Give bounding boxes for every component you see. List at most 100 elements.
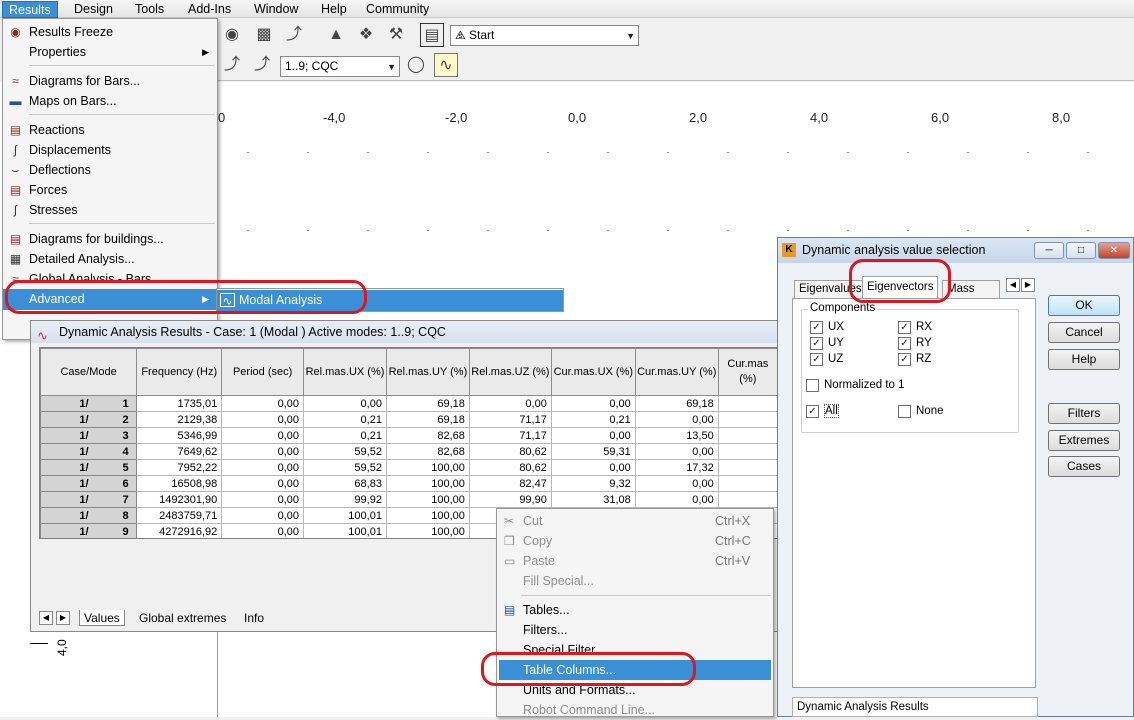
table-row[interactable]: 1/2 2129,38 0,00 0,21 69,18 71,17 0,21 0,00 [40, 411, 778, 428]
table-row[interactable]: 1/4 7649,62 0,00 59,52 82,68 80,62 59,31 0,00 [40, 443, 778, 460]
table-cell-freq[interactable]: 1492301,90 [136, 491, 223, 508]
table-cell-ruz[interactable]: 80,62 [468, 443, 552, 460]
table-cell-cuy[interactable]: 0,00 [634, 411, 719, 428]
table-cell-empty[interactable] [717, 411, 778, 428]
context-item-robot-command-line[interactable]: Robot Command Line... [499, 700, 771, 720]
checkbox-rx[interactable]: ✓ RX [898, 321, 932, 335]
menu-add-ins[interactable]: Add-Ins [182, 1, 237, 18]
table-cell-cux[interactable]: 9,32 [550, 475, 636, 492]
checkbox-uy[interactable]: ✓ UY [810, 337, 844, 351]
tab-info[interactable]: Info [240, 610, 268, 626]
table-cell-ruz[interactable]: 71,17 [468, 411, 552, 428]
table-cell-rux[interactable]: 100,01 [303, 507, 387, 524]
case-mode-cell[interactable]: 1/8 [40, 507, 138, 524]
table-cell-period[interactable]: 0,00 [221, 411, 305, 428]
section-icon[interactable]: ▲ [324, 23, 348, 47]
table-cell-cuy[interactable]: 0,00 [634, 443, 719, 460]
case-mode-cell[interactable]: 1/7 [40, 491, 138, 508]
table-cell-ruz[interactable]: 0,00 [468, 395, 552, 412]
table-cell-period[interactable]: 0,00 [221, 523, 305, 538]
table-cell-empty[interactable] [717, 427, 778, 444]
table-cell-freq[interactable]: 7952,22 [136, 459, 223, 476]
table-cell-ruy[interactable]: 100,00 [385, 475, 470, 492]
column-header[interactable]: Cur.mas.UX (%) [550, 348, 636, 396]
context-item-tables[interactable]: ▤ Tables... [499, 600, 771, 620]
table-cell-empty[interactable] [717, 395, 778, 412]
checkbox-all[interactable]: ✓ All [806, 404, 839, 419]
table-cell-rux[interactable]: 0,21 [303, 411, 387, 428]
load-case-icon[interactable]: ⤴ [250, 53, 274, 77]
table-cell-freq[interactable]: 1735,01 [136, 395, 223, 412]
case-mode-cell[interactable]: 1/1 [40, 395, 138, 412]
table-cell-period[interactable]: 0,00 [221, 507, 305, 524]
menu-item-deflections[interactable]: ⌣ Deflections [3, 160, 217, 180]
table-cell-ruz[interactable]: 71,17 [468, 427, 552, 444]
tab-scroll-left-icon[interactable]: ◀ [1006, 278, 1020, 292]
table-cell-ruy[interactable]: 82,68 [385, 427, 470, 444]
table-cell-cux[interactable]: 0,21 [550, 411, 636, 428]
table-cell-ruy[interactable]: 100,00 [385, 507, 470, 524]
tab-values[interactable]: Values [79, 610, 125, 626]
case-mode-cell[interactable]: 1/5 [40, 459, 138, 476]
table-cell-rux[interactable]: 0,21 [303, 427, 387, 444]
checkbox-rz[interactable]: ✓ RZ [898, 353, 931, 367]
menu-item-forces[interactable]: ▤ Forces [3, 180, 217, 200]
ok-button[interactable]: OK [1048, 295, 1120, 316]
menu-help[interactable]: Help [315, 1, 353, 18]
table-cell-cuy[interactable]: 13,50 [634, 427, 719, 444]
table-cell-rux[interactable]: 59,52 [303, 459, 387, 476]
table-cell-rux[interactable]: 99,92 [303, 491, 387, 508]
table-cell-cuy[interactable]: 0,00 [634, 475, 719, 492]
table-cell-freq[interactable]: 2483759,71 [136, 507, 223, 524]
menu-tools[interactable]: Tools [129, 1, 170, 18]
menu-item-diagrams-bars[interactable]: ≈ Diagrams for Bars... [3, 71, 217, 91]
column-header[interactable]: Period (sec) [221, 348, 305, 396]
context-item-copy[interactable]: ❐ Copy Ctrl+C [499, 531, 771, 551]
menu-item-stresses[interactable]: ∫ Stresses [3, 200, 217, 220]
table-cell-ruz[interactable]: 99,90 [468, 491, 552, 508]
table-cell-period[interactable]: 0,00 [221, 491, 305, 508]
case-mode-cell[interactable]: 1/4 [40, 443, 138, 460]
table-cell-freq[interactable]: 4272916,92 [136, 523, 223, 538]
supports-icon[interactable]: ⤴ [282, 23, 306, 47]
column-header[interactable]: Case/Mode [40, 348, 138, 396]
table-cell-ruy[interactable]: 69,18 [385, 395, 470, 412]
material-icon[interactable]: ❖ [354, 23, 378, 47]
menu-item-diagrams-buildings[interactable]: ▤ Diagrams for buildings... [3, 229, 217, 249]
menu-design[interactable]: Design [68, 1, 119, 18]
table-row[interactable]: 1/5 7952,22 0,00 59,52 100,00 80,62 0,00 17,32 [40, 459, 778, 476]
checkbox-none[interactable]: None [898, 405, 944, 419]
maximize-icon[interactable]: □ [1066, 242, 1096, 259]
case-mode-cell[interactable]: 1/3 [40, 427, 138, 444]
table-cell-ruz[interactable]: 82,47 [468, 475, 552, 492]
table-cell-ruy[interactable]: 100,00 [385, 459, 470, 476]
table-cell-cuy[interactable]: 0,00 [634, 491, 719, 508]
wrench-icon[interactable]: ⚒ [384, 23, 408, 47]
menu-window[interactable]: Window [248, 1, 304, 18]
column-header[interactable]: Frequency (Hz) [136, 348, 223, 396]
context-item-paste[interactable]: ▭ Paste Ctrl+V [499, 551, 771, 571]
table-cell-cuy[interactable]: 17,32 [634, 459, 719, 476]
menu-item-maps-bars[interactable]: ▬ Maps on Bars... [3, 91, 217, 111]
mode-shape-icon[interactable]: ◯ [404, 53, 428, 77]
table-cell-cux[interactable]: 31,08 [550, 491, 636, 508]
menu-results[interactable]: Results [2, 1, 58, 18]
column-header[interactable]: Rel.mas.UY (%) [385, 348, 470, 396]
column-header[interactable]: Rel.mas.UX (%) [303, 348, 387, 396]
context-item-special-filter[interactable]: Special Filter [499, 640, 771, 652]
checkbox-ux[interactable]: ✓ UX [810, 321, 844, 335]
scroll-left-icon[interactable]: ◀ [39, 611, 53, 625]
table-cell-period[interactable]: 0,00 [221, 459, 305, 476]
table-cell-period[interactable]: 0,00 [221, 475, 305, 492]
table-row[interactable]: 1/1 1735,01 0,00 0,00 69,18 0,00 0,00 69,18 [40, 395, 778, 412]
cqc-combo[interactable]: 1..9; CQC ▼ [280, 56, 400, 77]
checkbox-normalized[interactable]: Normalized to 1 [806, 379, 905, 393]
close-icon[interactable]: ✕ [1098, 242, 1130, 259]
animation-icon[interactable]: ∿ [434, 53, 458, 77]
table-icon[interactable]: ▤ [420, 23, 444, 47]
table-cell-freq[interactable]: 2129,38 [136, 411, 223, 428]
case-mode-cell[interactable]: 1/9 [40, 523, 138, 538]
filters-button[interactable]: Filters [1048, 403, 1120, 424]
table-cell-empty[interactable] [717, 491, 778, 508]
checkbox-uz[interactable]: ✓ UZ [810, 353, 843, 367]
